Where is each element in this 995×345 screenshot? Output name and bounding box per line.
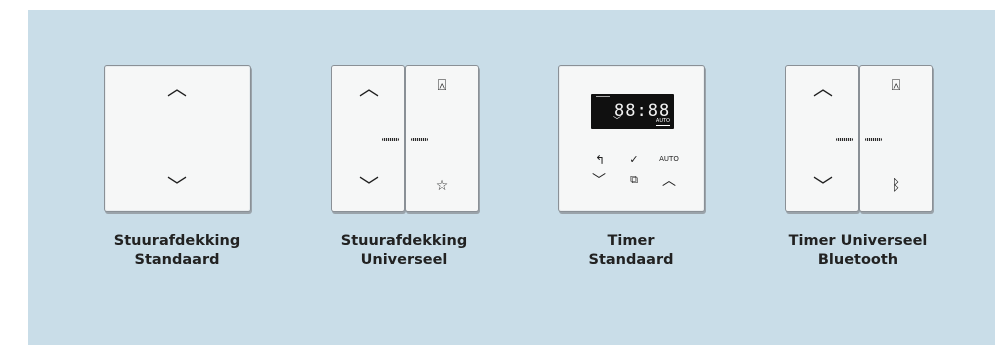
- caption-line-1: Timer Universeel: [788, 233, 928, 249]
- chevron-up-icon[interactable]: ︿: [354, 78, 384, 98]
- back-icon[interactable]: ↰: [586, 154, 614, 166]
- product-caption: Timer Standaard: [531, 232, 731, 270]
- chevron-up-icon[interactable]: ︿: [655, 174, 683, 188]
- caption-line-2: Universeel: [360, 252, 448, 268]
- lock-icon[interactable]: ⍓: [430, 78, 454, 93]
- chevron-down-icon[interactable]: ﹀: [354, 176, 384, 196]
- caption-line-2: Standaard: [134, 252, 220, 268]
- product-caption: Stuurafdekking Universeel: [304, 232, 504, 270]
- display-indicator: [596, 96, 610, 98]
- product-caption: Timer Universeel Bluetooth: [758, 232, 958, 270]
- star-icon[interactable]: ☆: [430, 179, 454, 193]
- left-rocker[interactable]: ︿ ﹀: [785, 65, 859, 212]
- bluetooth-icon[interactable]: ᛒ: [884, 178, 908, 193]
- led-indicator: [836, 138, 853, 141]
- caption-line-1: Stuurafdekking: [113, 233, 241, 249]
- chevron-up-icon[interactable]: ︿: [162, 78, 192, 98]
- display-chevron-icon: ﹀: [613, 116, 621, 125]
- right-rocker[interactable]: ⍓ ᛒ: [859, 65, 933, 212]
- caption-line-1: Timer: [607, 233, 655, 249]
- display-mode: AUTO: [655, 118, 670, 126]
- copy-icon[interactable]: ⧉: [620, 174, 648, 185]
- chevron-down-icon[interactable]: ﹀: [585, 174, 613, 188]
- left-rocker[interactable]: ︿ ﹀: [331, 65, 405, 212]
- confirm-icon[interactable]: ✓: [620, 154, 648, 165]
- led-indicator: [411, 138, 428, 141]
- timer-display: 88:88 ﹀ AUTO: [591, 94, 674, 129]
- chevron-up-icon[interactable]: ︿: [808, 78, 838, 98]
- timer-plate: 88:88 ﹀ AUTO ↰ ✓ AUTO ﹀ ⧉ ︿: [558, 65, 705, 212]
- caption-line-2: Standaard: [588, 252, 674, 268]
- lock-icon[interactable]: ⍓: [884, 78, 908, 93]
- led-indicator: [865, 138, 882, 141]
- chevron-down-icon[interactable]: ﹀: [808, 176, 838, 196]
- product-caption: Stuurafdekking Standaard: [77, 232, 277, 270]
- auto-button[interactable]: AUTO: [654, 156, 684, 163]
- caption-line-2: Bluetooth: [817, 252, 899, 268]
- chevron-down-icon[interactable]: ﹀: [162, 176, 192, 196]
- led-indicator: [382, 138, 399, 141]
- caption-line-1: Stuurafdekking: [340, 233, 468, 249]
- right-rocker[interactable]: ⍓ ☆: [405, 65, 479, 212]
- cover-plate[interactable]: ︿ ﹀: [104, 65, 251, 212]
